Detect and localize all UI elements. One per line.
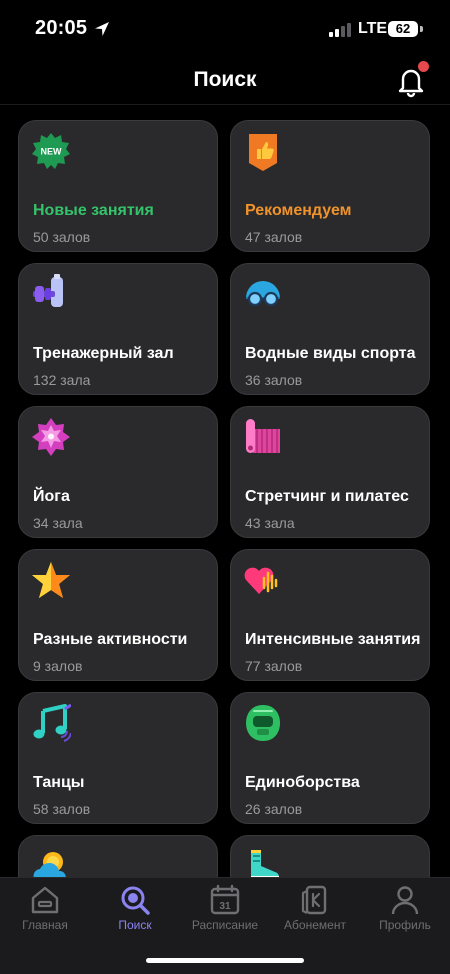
location-arrow-icon — [95, 22, 109, 36]
category-card-recommended[interactable]: Рекомендуем 47 залов — [230, 120, 430, 252]
battery-tip — [420, 26, 423, 32]
category-card-new[interactable]: NEW Новые занятия 50 залов — [18, 120, 218, 252]
category-title: Единоборства — [245, 774, 360, 791]
category-title: Новые занятия — [33, 202, 154, 219]
calendar-day: 31 — [219, 901, 231, 912]
category-count: 43 зала — [245, 515, 295, 531]
home-icon — [31, 886, 59, 914]
category-card-yoga[interactable]: Йога 34 зала — [18, 406, 218, 538]
category-card-dance[interactable]: Танцы 58 залов — [18, 692, 218, 824]
category-card-running[interactable] — [230, 835, 430, 877]
category-count: 9 залов — [33, 658, 83, 674]
tab-label: Расписание — [191, 918, 259, 932]
thumbs-up-ribbon-icon — [249, 134, 277, 171]
category-count: 34 зала — [33, 515, 83, 531]
home-indicator — [146, 958, 304, 963]
tab-profile[interactable]: Профиль — [360, 884, 450, 944]
category-count: 132 зала — [33, 372, 91, 388]
tab-label: Профиль — [379, 918, 431, 932]
membership-card-icon — [301, 885, 327, 915]
category-card-various[interactable]: Разные активности 9 залов — [18, 549, 218, 681]
lotus-icon — [32, 418, 70, 456]
category-count: 26 залов — [245, 801, 303, 817]
category-grid: NEW Новые занятия 50 залов Рекомендуем 4… — [0, 105, 450, 877]
category-card-intensive[interactable]: Интенсивные занятия 77 залов — [230, 549, 430, 681]
category-card-martial-arts[interactable]: Единоборства 26 залов — [230, 692, 430, 824]
header: Поиск — [0, 60, 450, 104]
notification-dot — [418, 61, 429, 72]
calendar-icon: 31 — [210, 884, 240, 915]
battery-level: 62 — [388, 21, 418, 37]
star-icon — [32, 562, 70, 598]
status-bar: 20:05 LTE 62 — [0, 0, 450, 60]
profile-icon — [391, 886, 419, 915]
category-card-outdoor[interactable] — [18, 835, 218, 877]
category-card-stretching[interactable]: Стретчинг и пилатес 43 зала — [230, 406, 430, 538]
tab-label: Абонемент — [284, 918, 346, 932]
signal-strength-icon — [329, 23, 351, 37]
category-card-water-sports[interactable]: Водные виды спорта 36 залов — [230, 263, 430, 395]
category-card-gym[interactable]: Тренажерный зал 132 зала — [18, 263, 218, 395]
page-title: Поиск — [193, 68, 257, 91]
heart-pulse-icon — [244, 567, 278, 594]
category-title: Разные активности — [33, 631, 188, 648]
category-title: Водные виды спорта — [245, 345, 416, 362]
tab-membership[interactable]: Абонемент — [270, 884, 360, 944]
tab-label: Поиск — [118, 918, 152, 932]
category-title: Стретчинг и пилатес — [245, 488, 409, 505]
category-title: Интенсивные занятия — [245, 631, 421, 648]
category-title: Йога — [33, 488, 70, 505]
boxing-helmet-icon — [246, 705, 280, 741]
status-time: 20:05 — [35, 17, 88, 39]
category-title: Тренажерный зал — [33, 345, 174, 362]
tab-search[interactable]: Поиск — [90, 884, 180, 944]
search-icon — [121, 886, 150, 915]
category-count: 58 залов — [33, 801, 91, 817]
tab-schedule[interactable]: 31 Расписание — [180, 884, 270, 944]
category-count: 47 залов — [245, 229, 303, 245]
category-title: Рекомендуем — [245, 202, 352, 219]
category-title: Танцы — [33, 774, 85, 791]
sneaker-icon — [251, 850, 280, 877]
category-count: 36 залов — [245, 372, 303, 388]
network-type: LTE — [358, 20, 388, 37]
category-count: 50 залов — [33, 229, 91, 245]
new-badge-icon: NEW — [32, 133, 70, 169]
dumbbell-icon — [33, 274, 63, 307]
swim-cap-icon — [246, 281, 280, 307]
category-count: 77 залов — [245, 658, 303, 674]
music-note-icon — [33, 703, 71, 742]
yoga-mat-icon — [246, 419, 280, 453]
new-badge-label: NEW — [41, 147, 63, 157]
weather-icon — [33, 852, 66, 877]
tab-label: Главная — [22, 918, 68, 932]
tab-home[interactable]: Главная — [0, 884, 90, 944]
